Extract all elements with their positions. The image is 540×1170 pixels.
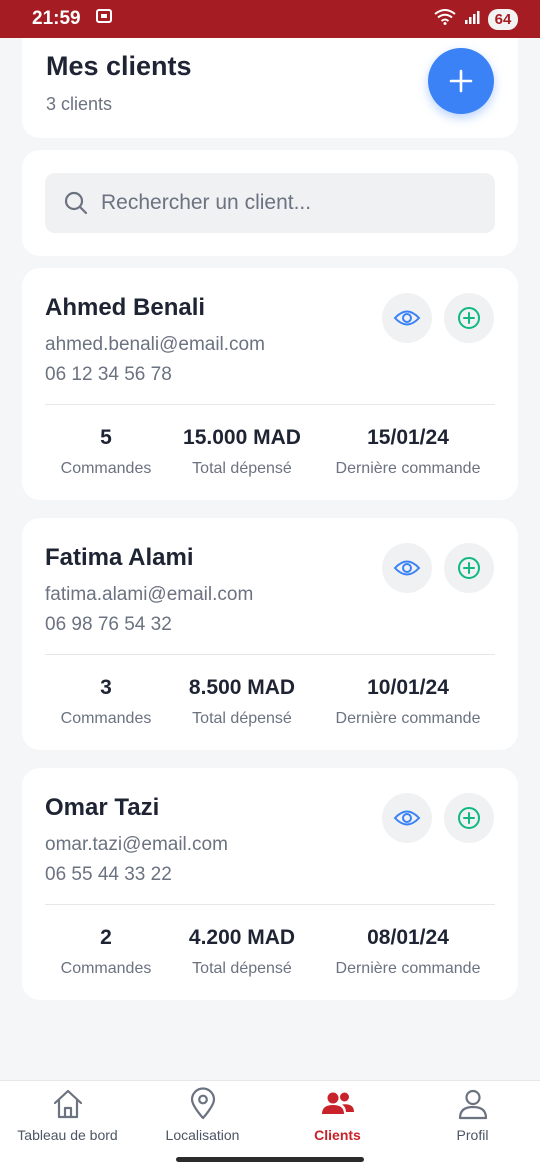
screen-record-icon bbox=[95, 7, 113, 31]
plus-circle-icon bbox=[458, 807, 480, 829]
card-divider bbox=[45, 654, 495, 655]
search-card bbox=[22, 150, 518, 256]
total-spent: 15.000 MAD bbox=[183, 426, 301, 449]
nav-label: Profil bbox=[456, 1127, 489, 1143]
stat-orders: 2 Commandes bbox=[45, 926, 167, 978]
nav-label: Localisation bbox=[165, 1127, 240, 1143]
last-order-date: 08/01/24 bbox=[367, 926, 449, 949]
view-client-button[interactable] bbox=[382, 543, 432, 593]
card-divider bbox=[45, 404, 495, 405]
nav-item-clients[interactable]: Clients bbox=[270, 1087, 405, 1143]
nav-item-dashboard[interactable]: Tableau de bord bbox=[0, 1087, 135, 1143]
stat-total: 15.000 MAD Total dépensé bbox=[177, 426, 307, 478]
stat-last-order: 15/01/24 Dernière commande bbox=[318, 426, 498, 478]
plus-circle-icon bbox=[458, 307, 480, 329]
total-label: Total dépensé bbox=[192, 460, 292, 477]
orders-count: 2 bbox=[100, 926, 112, 949]
eye-icon bbox=[393, 810, 421, 826]
view-client-button[interactable] bbox=[382, 793, 432, 843]
stat-last-order: 10/01/24 Dernière commande bbox=[318, 676, 498, 728]
last-order-label: Dernière commande bbox=[335, 960, 481, 977]
plus-icon bbox=[449, 69, 473, 93]
card-divider bbox=[45, 904, 495, 905]
client-name: Omar Tazi bbox=[45, 794, 160, 821]
add-client-button[interactable] bbox=[428, 48, 494, 114]
stat-last-order: 08/01/24 Dernière commande bbox=[318, 926, 498, 978]
last-order-label: Dernière commande bbox=[335, 710, 481, 727]
new-order-button[interactable] bbox=[444, 543, 494, 593]
total-label: Total dépensé bbox=[192, 710, 292, 727]
status-bar: 21:59 64 bbox=[0, 0, 540, 38]
view-client-button[interactable] bbox=[382, 293, 432, 343]
client-email: omar.tazi@email.com bbox=[45, 834, 228, 855]
new-order-button[interactable] bbox=[444, 293, 494, 343]
total-spent: 8.500 MAD bbox=[188, 676, 296, 699]
location-pin-icon bbox=[190, 1087, 215, 1120]
nav-label: Tableau de bord bbox=[17, 1127, 118, 1143]
orders-label: Commandes bbox=[60, 960, 152, 977]
status-time: 21:59 bbox=[32, 8, 81, 29]
client-email: fatima.alami@email.com bbox=[45, 584, 254, 605]
client-phone: 06 98 76 54 32 bbox=[45, 614, 172, 635]
stat-total: 8.500 MAD Total dépensé bbox=[177, 676, 307, 728]
nav-item-location[interactable]: Localisation bbox=[135, 1087, 270, 1143]
client-count: 3 clients bbox=[46, 94, 113, 114]
total-label: Total dépensé bbox=[192, 960, 292, 977]
client-phone: 06 55 44 33 22 bbox=[45, 864, 172, 885]
client-name: Ahmed Benali bbox=[45, 294, 206, 321]
orders-count: 5 bbox=[100, 426, 112, 449]
plus-circle-icon bbox=[458, 557, 480, 579]
stat-total: 4.200 MAD Total dépensé bbox=[177, 926, 307, 978]
stat-orders: 5 Commandes bbox=[45, 426, 167, 478]
signal-icon bbox=[464, 9, 480, 30]
client-name: Fatima Alami bbox=[45, 544, 194, 571]
home-indicator[interactable] bbox=[176, 1157, 364, 1162]
user-icon bbox=[458, 1089, 487, 1120]
users-icon bbox=[321, 1092, 354, 1114]
home-icon bbox=[53, 1089, 82, 1119]
battery-indicator: 64 bbox=[488, 8, 518, 30]
eye-icon bbox=[393, 310, 421, 326]
orders-count: 3 bbox=[100, 676, 112, 699]
page-title: Mes clients bbox=[46, 51, 192, 81]
nav-label: Clients bbox=[314, 1127, 361, 1143]
search-box[interactable] bbox=[45, 173, 495, 233]
eye-icon bbox=[393, 560, 421, 576]
client-card[interactable]: Ahmed Benali ahmed.benali@email.com 06 1… bbox=[22, 268, 518, 500]
wifi-icon bbox=[434, 8, 456, 30]
stat-orders: 3 Commandes bbox=[45, 676, 167, 728]
orders-label: Commandes bbox=[60, 460, 152, 477]
total-spent: 4.200 MAD bbox=[188, 926, 296, 949]
header-card: Mes clients 3 clients bbox=[22, 38, 518, 138]
client-email: ahmed.benali@email.com bbox=[45, 334, 265, 355]
last-order-label: Dernière commande bbox=[335, 460, 481, 477]
orders-label: Commandes bbox=[60, 710, 152, 727]
search-icon bbox=[64, 191, 88, 215]
client-phone: 06 12 34 56 78 bbox=[45, 364, 172, 385]
last-order-date: 10/01/24 bbox=[367, 676, 449, 699]
last-order-date: 15/01/24 bbox=[367, 426, 449, 449]
client-card[interactable]: Fatima Alami fatima.alami@email.com 06 9… bbox=[22, 518, 518, 750]
nav-item-profile[interactable]: Profil bbox=[405, 1087, 540, 1143]
search-input[interactable] bbox=[101, 191, 481, 215]
new-order-button[interactable] bbox=[444, 793, 494, 843]
client-card[interactable]: Omar Tazi omar.tazi@email.com 06 55 44 3… bbox=[22, 768, 518, 1000]
